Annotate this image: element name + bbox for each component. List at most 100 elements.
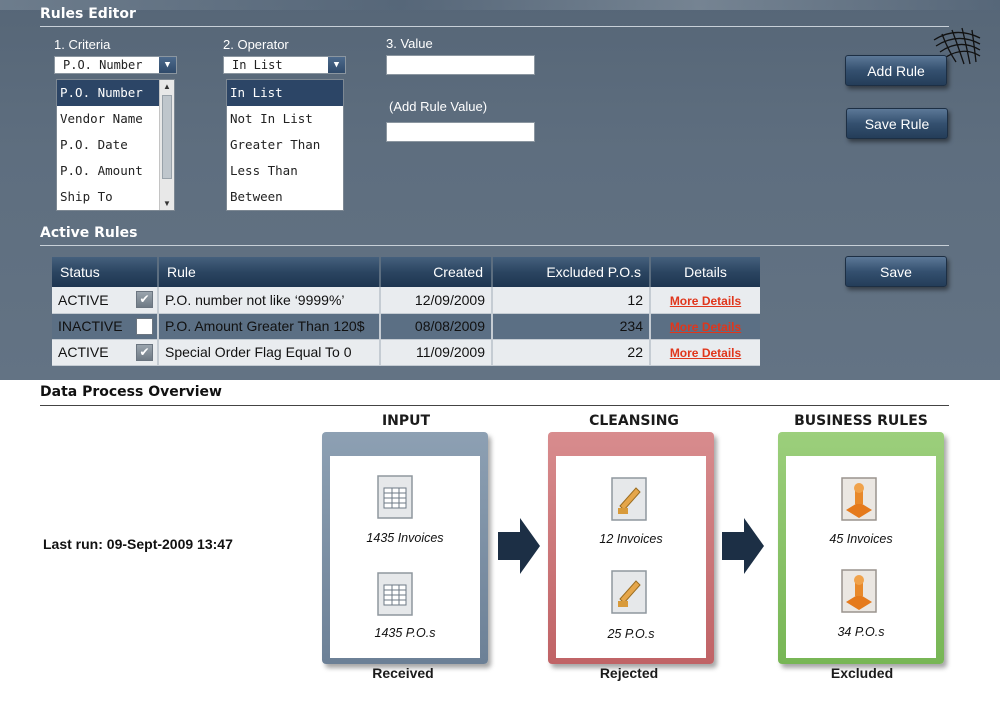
excluded-cell: 22 <box>492 339 651 366</box>
cleansing-doc-icon <box>611 477 647 521</box>
stage-card-business-rules: 45 Invoices 34 P.O.s <box>778 432 944 664</box>
criteria-selected-value: P.O. Number <box>63 58 143 72</box>
column-header-rule[interactable]: Rule <box>158 257 381 287</box>
criteria-option[interactable]: Ship To <box>57 184 174 210</box>
stage-title-input: INPUT <box>381 413 431 429</box>
rule-cell: P.O. Amount Greater Than 120$ <box>158 313 381 340</box>
operator-option[interactable]: Greater Than <box>227 132 343 158</box>
stage-item-count: 45 Invoices <box>829 532 893 546</box>
column-header-created[interactable]: Created <box>380 257 493 287</box>
operator-option[interactable]: Less Than <box>227 158 343 184</box>
add-rule-button[interactable]: Add Rule <box>845 55 947 86</box>
add-rule-value-input[interactable] <box>386 122 535 142</box>
rules-panel: Rules Editor 1. Criteria P.O. Number ▼ P… <box>0 0 1000 380</box>
stage-footer-business-rules: Excluded <box>830 665 894 681</box>
operator-listbox[interactable]: In List Not In List Greater Than Less Th… <box>226 79 344 211</box>
flow-arrow-icon <box>498 518 540 574</box>
criteria-dropdown[interactable]: P.O. Number ▼ <box>54 56 177 74</box>
created-cell: 11/09/2009 <box>380 339 493 366</box>
status-text: ACTIVE <box>58 291 109 308</box>
active-rules-divider <box>40 245 949 246</box>
save-button[interactable]: Save <box>845 256 947 287</box>
created-cell: 12/09/2009 <box>380 287 493 314</box>
table-row[interactable]: INACTIVE P.O. Amount Greater Than 120$ 0… <box>52 313 760 340</box>
rules-engine-icon <box>841 477 877 521</box>
rule-cell: Special Order Flag Equal To 0 <box>158 339 381 366</box>
status-cell: ACTIVE ✔ <box>52 287 159 314</box>
stage-item-count: 1435 P.O.s <box>374 626 436 640</box>
operator-option[interactable]: In List <box>227 80 343 106</box>
overview-divider <box>40 405 949 406</box>
criteria-listbox[interactable]: P.O. Number Vendor Name P.O. Date P.O. A… <box>56 79 175 211</box>
stage-title-cleansing: CLEANSING <box>589 413 679 429</box>
last-run-text: Last run: 09-Sept-2009 13:47 <box>43 536 233 552</box>
status-text: INACTIVE <box>58 318 123 334</box>
excluded-cell: 234 <box>492 313 651 340</box>
active-rules-title: Active Rules <box>40 225 138 241</box>
flow-arrow-icon <box>722 518 764 574</box>
details-cell: More Details <box>650 313 760 340</box>
chevron-down-icon[interactable]: ▼ <box>328 57 345 73</box>
scroll-up-icon[interactable]: ▲ <box>160 80 174 93</box>
overview-title: Data Process Overview <box>40 384 222 400</box>
chevron-down-icon[interactable]: ▼ <box>159 57 176 73</box>
status-checkbox[interactable]: ✔ <box>136 291 153 308</box>
details-cell: More Details <box>650 339 760 366</box>
created-cell: 08/08/2009 <box>380 313 493 340</box>
cleansing-doc-icon <box>611 570 647 614</box>
criteria-option[interactable]: P.O. Number <box>57 80 174 106</box>
stage-card-input: 1435 Invoices 1435 P.O.s <box>322 432 488 664</box>
excluded-cell: 12 <box>492 287 651 314</box>
operator-label: 2. Operator <box>223 37 289 52</box>
stage-item-count: 12 Invoices <box>599 532 663 546</box>
stage-card-body: 12 Invoices 25 P.O.s <box>556 456 706 658</box>
stage-card-body: 1435 Invoices 1435 P.O.s <box>330 456 480 658</box>
status-checkbox[interactable] <box>136 317 153 335</box>
column-header-details[interactable]: Details <box>650 257 760 287</box>
criteria-option[interactable]: P.O. Date <box>57 132 174 158</box>
stage-item-count: 1435 Invoices <box>366 531 444 545</box>
spreadsheet-icon <box>377 475 413 519</box>
table-header-row: Status Rule Created Excluded P.O.s Detai… <box>52 257 760 287</box>
status-checkbox[interactable]: ✔ <box>136 343 153 361</box>
spreadsheet-icon <box>377 572 413 616</box>
active-rules-table: Status Rule Created Excluded P.O.s Detai… <box>52 257 760 366</box>
value-label: 3. Value <box>386 36 433 51</box>
stage-item-count: 25 P.O.s <box>607 627 655 641</box>
save-rule-button[interactable]: Save Rule <box>846 108 948 139</box>
criteria-option[interactable]: Vendor Name <box>57 106 174 132</box>
criteria-label: 1. Criteria <box>54 37 111 52</box>
rules-editor-divider <box>40 26 949 27</box>
operator-selected-value: In List <box>232 58 283 72</box>
stage-card-body: 45 Invoices 34 P.O.s <box>786 456 936 658</box>
add-rule-value-label: (Add Rule Value) <box>389 99 488 114</box>
stage-footer-input: Received <box>372 665 434 681</box>
rule-cell: P.O. number not like ‘9999%’ <box>158 287 381 314</box>
more-details-link[interactable]: More Details <box>670 294 741 308</box>
status-cell: ACTIVE ✔ <box>52 339 159 366</box>
table-row[interactable]: ACTIVE ✔ P.O. number not like ‘9999%’ 12… <box>52 287 760 314</box>
header-sheen <box>0 0 1000 10</box>
stage-item-count: 34 P.O.s <box>837 625 885 639</box>
column-header-excluded[interactable]: Excluded P.O.s <box>492 257 651 287</box>
status-text: ACTIVE <box>58 344 109 360</box>
rules-editor-title: Rules Editor <box>40 6 136 22</box>
rules-engine-icon <box>841 569 877 613</box>
stage-title-business-rules: BUSINESS RULES <box>794 413 928 429</box>
scroll-down-icon[interactable]: ▼ <box>160 197 174 210</box>
value-input[interactable] <box>386 55 535 75</box>
operator-option[interactable]: Not In List <box>227 106 343 132</box>
criteria-scrollbar[interactable]: ▲ ▼ <box>159 80 174 210</box>
column-header-status[interactable]: Status <box>52 257 159 287</box>
details-cell: More Details <box>650 287 760 314</box>
operator-dropdown[interactable]: In List ▼ <box>223 56 346 74</box>
table-row[interactable]: ACTIVE ✔ Special Order Flag Equal To 0 1… <box>52 339 760 366</box>
more-details-link[interactable]: More Details <box>670 346 741 360</box>
operator-option[interactable]: Between <box>227 184 343 210</box>
more-details-link[interactable]: More Details <box>670 320 741 334</box>
status-cell: INACTIVE <box>52 313 159 340</box>
criteria-option[interactable]: P.O. Amount <box>57 158 174 184</box>
scroll-thumb[interactable] <box>162 95 172 179</box>
stage-card-cleansing: 12 Invoices 25 P.O.s <box>548 432 714 664</box>
stage-footer-cleansing: Rejected <box>599 665 659 681</box>
